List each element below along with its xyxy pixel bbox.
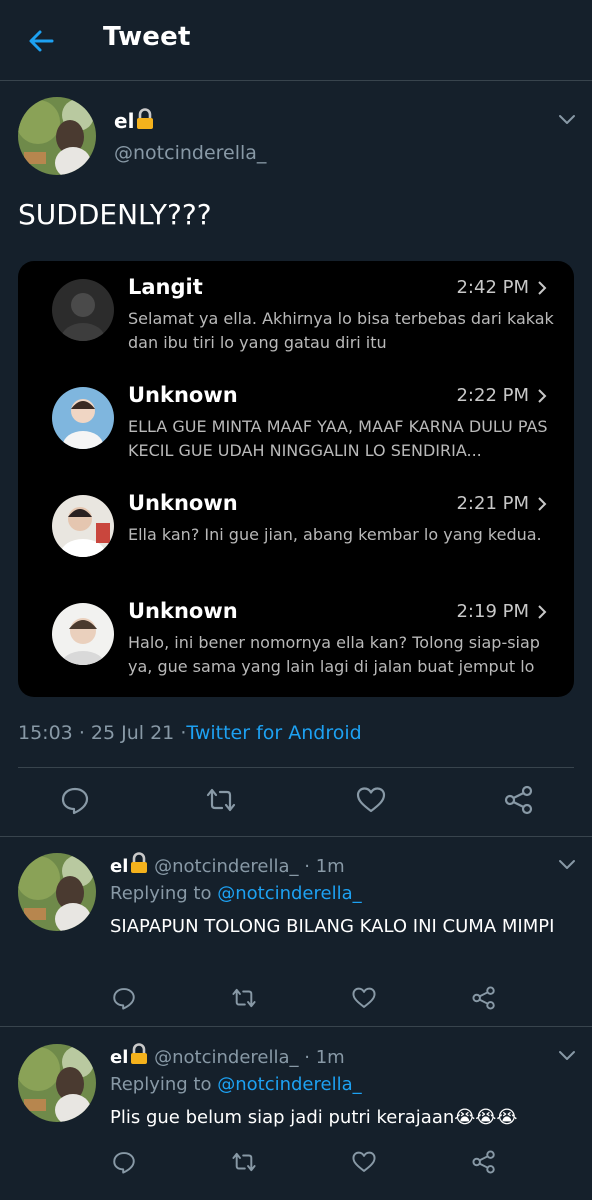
message-preview: Ella kan? Ini gue jian, abang kembar lo … (128, 525, 542, 544)
divider (18, 767, 574, 768)
reply-text: SIAPAPUN TOLONG BILANG KALO INI CUMA MIM… (110, 916, 555, 937)
replying-to-link[interactable]: @notcinderella_ (217, 1074, 361, 1095)
author-handle[interactable]: @notcinderella_ (154, 856, 298, 877)
tweet-text: SUDDENLY??? (18, 198, 212, 231)
like-icon[interactable] (351, 1149, 377, 1175)
retweet-icon[interactable] (231, 985, 257, 1011)
replying-to-label: Replying to (110, 883, 212, 904)
tweet-age: 1m (315, 856, 345, 877)
reply-icon[interactable] (111, 985, 137, 1011)
message-sender: Langit (128, 275, 203, 299)
share-icon[interactable] (471, 1149, 497, 1175)
top-bar: Tweet (0, 0, 592, 81)
author-name-text: el (114, 109, 135, 133)
tweet-age: 1m (315, 1047, 345, 1068)
avatar (52, 603, 114, 665)
lock-icon (131, 852, 148, 873)
message-sender: Unknown (128, 599, 238, 623)
list-item: Langit 2:42 PM Selamat ya ella. Akhirnya… (18, 267, 574, 375)
reply-icon[interactable] (111, 1149, 137, 1175)
lock-icon (131, 1043, 148, 1064)
list-item: Unknown 2:22 PM ELLA GUE MINTA MAAF YAA,… (18, 375, 574, 483)
chevron-down-icon[interactable] (556, 1044, 578, 1066)
list-item: Unknown 2:19 PM Halo, ini bener nomornya… (18, 591, 574, 697)
author-name[interactable]: el (110, 856, 128, 877)
separator: · (304, 1047, 310, 1068)
author-handle[interactable]: @notcinderella_ (114, 142, 266, 164)
reply-icon[interactable] (59, 784, 91, 816)
message-preview: Selamat ya ella. Akhirnya lo bisa terbeb… (128, 309, 554, 352)
like-icon[interactable] (355, 784, 387, 816)
message-time: 2:21 PM (456, 493, 529, 514)
divider (0, 836, 592, 837)
chevron-right-icon (538, 389, 547, 403)
message-sender: Unknown (128, 491, 238, 515)
message-preview: ELLA GUE MINTA MAAF YAA, MAAF KARNA DULU… (128, 417, 548, 460)
author-name[interactable]: el (110, 1047, 128, 1068)
replying-to: Replying to @notcinderella_ (110, 883, 362, 904)
message-preview: Halo, ini bener nomornya ella kan? Tolon… (128, 633, 540, 676)
reply-header: el @notcinderella_ · 1m (110, 1043, 345, 1068)
chevron-right-icon (538, 605, 547, 619)
replying-to-link[interactable]: @notcinderella_ (217, 883, 361, 904)
message-sender: Unknown (128, 383, 238, 407)
page-title: Tweet (103, 22, 191, 52)
separator: · (304, 856, 310, 877)
avatar[interactable] (18, 1044, 96, 1122)
divider (0, 1026, 592, 1027)
replying-to: Replying to @notcinderella_ (110, 1074, 362, 1095)
like-icon[interactable] (351, 985, 377, 1011)
separator: · (78, 722, 85, 744)
tweet-time: 15:03 (18, 722, 73, 744)
share-icon[interactable] (471, 985, 497, 1011)
chevron-down-icon[interactable] (556, 853, 578, 875)
message-time: 2:42 PM (456, 277, 529, 298)
retweet-icon[interactable] (205, 784, 237, 816)
chevron-down-icon[interactable] (556, 108, 578, 130)
reply-text: Plis gue belum siap jadi putri kerajaan😭… (110, 1107, 518, 1128)
reply-header: el @notcinderella_ · 1m (110, 852, 345, 877)
chevron-right-icon (538, 281, 547, 295)
tweet-image[interactable]: Langit 2:42 PM Selamat ya ella. Akhirnya… (18, 261, 574, 697)
tweet-meta: 15:03 · 25 Jul 21 ·Twitter for Android (18, 722, 362, 744)
chevron-right-icon (538, 497, 547, 511)
retweet-icon[interactable] (231, 1149, 257, 1175)
lock-icon (137, 108, 154, 129)
avatar (52, 279, 114, 341)
avatar (52, 495, 114, 557)
avatar (52, 387, 114, 449)
message-time: 2:22 PM (456, 385, 529, 406)
author-handle[interactable]: @notcinderella_ (154, 1047, 298, 1068)
message-time: 2:19 PM (456, 601, 529, 622)
list-item: Unknown 2:21 PM Ella kan? Ini gue jian, … (18, 483, 574, 591)
replying-to-label: Replying to (110, 1074, 212, 1095)
share-icon[interactable] (503, 784, 535, 816)
avatar[interactable] (18, 853, 96, 931)
tweet-client-link[interactable]: Twitter for Android (186, 722, 361, 744)
author-name[interactable]: el (114, 108, 154, 133)
arrow-left-icon[interactable] (24, 24, 58, 58)
avatar[interactable] (18, 97, 96, 175)
tweet-date: 25 Jul 21 (90, 722, 175, 744)
